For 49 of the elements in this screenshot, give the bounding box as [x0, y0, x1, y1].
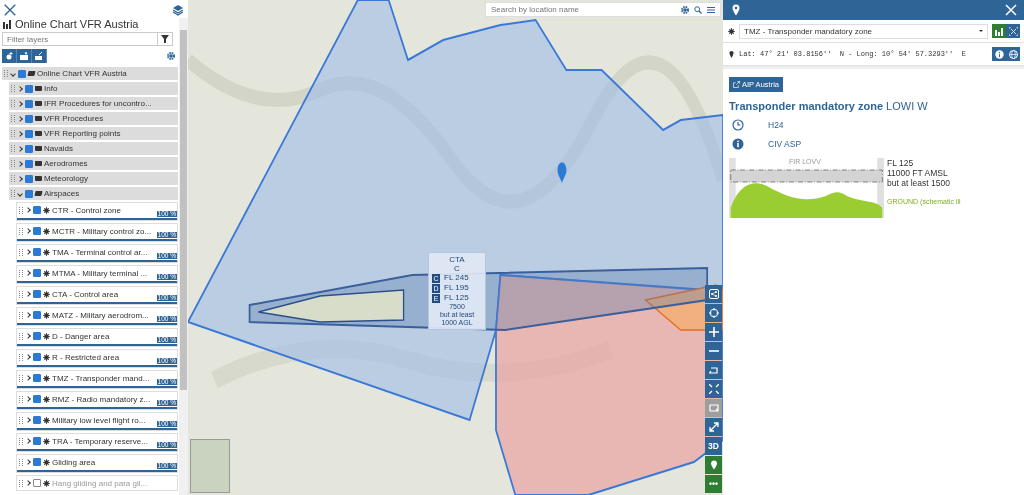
sidebar-title: Online Chart VFR Austria: [15, 18, 139, 30]
popup-title: CTA: [449, 255, 465, 264]
search-field[interactable]: Search by location name: [485, 2, 721, 17]
feature-title: Transponder mandatory zone LOWI W: [729, 100, 928, 112]
layer-label: VFR Reporting points: [44, 129, 121, 138]
detail-text: H24: [768, 120, 784, 130]
layer-label: TRA - Temporary reserve...: [52, 436, 148, 446]
layer-label: Gliding area: [52, 457, 96, 467]
layer-label: Navaids: [44, 144, 73, 153]
layer-group-row[interactable]: Online Chart VFR Austria: [2, 67, 178, 80]
layer-label: Airspaces: [44, 189, 80, 198]
layer-label: RMZ - Radio mandatory z...: [52, 394, 151, 404]
filter-field[interactable]: Filter layers: [2, 32, 158, 46]
layer-label: Online Chart VFR Austria: [37, 69, 127, 78]
layer-group-row[interactable]: VFR Reporting points: [9, 127, 178, 140]
layer-label: Meteorology: [44, 174, 89, 183]
layer-group-row[interactable]: Meteorology: [9, 172, 178, 185]
layer-label: CTR - Control zone: [52, 205, 121, 215]
feature-select[interactable]: TMZ - Transponder mandatory zone: [739, 23, 988, 39]
layer-label: MATZ - Military aerodrom...: [52, 310, 149, 320]
detail-text: CIV ASP: [768, 139, 802, 149]
layer-label: Military low level flight ro...: [52, 415, 146, 425]
layer-label: Hang gliding and para gli...: [52, 478, 148, 488]
layer-label: IFR Procedures for uncontro...: [44, 99, 152, 108]
layer-group-row[interactable]: IFR Procedures for uncontro...: [9, 97, 178, 110]
layer-label: Aerodromes: [44, 159, 88, 168]
airspace-class: C: [454, 264, 460, 273]
layer-label: CTA - Control area: [52, 289, 119, 299]
layer-label: MTMA - Military terminal ...: [52, 268, 148, 278]
layer-group-row[interactable]: Navaids: [9, 142, 178, 155]
layer-label: Info: [44, 84, 58, 93]
more-button[interactable]: •••: [705, 475, 722, 493]
upper-limit-text: FL 125: [887, 158, 915, 168]
layer-group-row[interactable]: Aerodromes: [9, 157, 178, 170]
flight-level: FL 195: [444, 283, 469, 293]
text-button[interactable]: 3D: [705, 437, 722, 455]
layer-label: VFR Procedures: [44, 114, 104, 123]
flight-level: FL 245: [444, 273, 469, 283]
layer-group-row[interactable]: VFR Procedures: [9, 112, 178, 125]
layer-label: TMA - Terminal control ar...: [52, 247, 148, 257]
upper-limit-text: 11000 FT AMSL: [887, 168, 949, 178]
layer-label: R - Restricted area: [52, 352, 120, 362]
layer-label: D - Danger area: [52, 331, 110, 341]
layer-label: TMZ - Transponder mand...: [52, 373, 150, 383]
flight-level: FL 125: [444, 293, 469, 303]
upper-limit-text: but at least 1500: [887, 178, 951, 188]
layer-group-row[interactable]: Airspaces: [9, 187, 178, 200]
layer-group-row[interactable]: Info: [9, 82, 178, 95]
layer-label: MCTR - Military control zo...: [52, 226, 152, 236]
